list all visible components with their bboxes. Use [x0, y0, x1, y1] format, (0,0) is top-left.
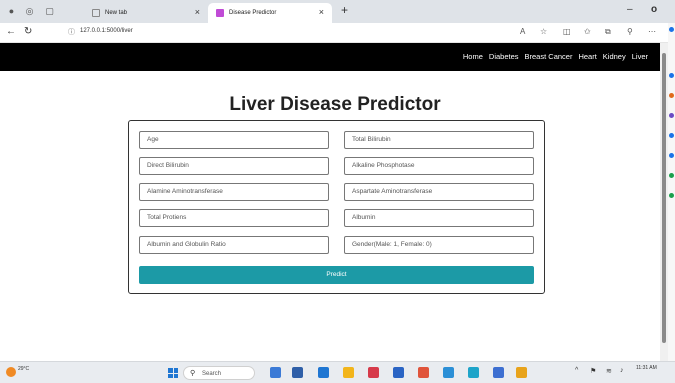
tab-label: Disease Predictor — [229, 10, 277, 16]
total-bilirubin-field[interactable]: Total Bilirubin — [344, 131, 534, 149]
outlook-icon[interactable] — [669, 173, 674, 178]
wifi-icon[interactable]: ≋ — [606, 367, 612, 375]
edge-app-icon[interactable] — [318, 367, 329, 378]
store-app-icon[interactable] — [368, 367, 379, 378]
workspaces-icon[interactable]: ◎ — [24, 6, 35, 17]
taskbar: 29°C ⚲ Search ^ ⚑ ≋ ♪ 11:31 AM — [0, 361, 675, 383]
taskbar-search[interactable]: ⚲ Search — [183, 366, 255, 380]
close-icon[interactable]: × — [319, 7, 324, 17]
page-title: Liver Disease Predictor — [229, 94, 441, 115]
address-bar: ← ↻ ⓘ 127.0.0.1:5000/liver A ☆ ◫ ✩ ⧉ ⚲ ⋯ — [0, 23, 675, 43]
collections-icon[interactable]: ⧉ — [605, 27, 611, 37]
shopping-icon[interactable] — [669, 93, 674, 98]
nav-link-diabetes[interactable]: Diabetes — [489, 52, 519, 61]
page-icon — [92, 9, 100, 17]
direct-bilirubin-field[interactable]: Direct Bilirubin — [139, 157, 329, 175]
search-sidebar-icon[interactable] — [669, 73, 674, 78]
search-placeholder: Search — [202, 371, 222, 377]
total-protiens-field[interactable]: Total Protiens — [139, 209, 329, 227]
mail-app-icon[interactable] — [493, 367, 504, 378]
clock[interactable]: 11:31 AM — [636, 365, 657, 371]
more-options-icon[interactable]: ⋯ — [648, 27, 656, 36]
tab-label: New tab — [105, 10, 128, 16]
predict-button[interactable]: Predict — [139, 266, 534, 284]
app-icon[interactable] — [443, 367, 454, 378]
prediction-form: Age Total Bilirubin Direct Bilirubin Alk… — [128, 120, 545, 294]
tab-actions-icon[interactable]: ▢ — [44, 6, 55, 17]
favorite-star-icon[interactable]: ☆ — [540, 27, 547, 36]
nav-link-heart[interactable]: Heart — [578, 52, 596, 61]
albumin-field[interactable]: Albumin — [344, 209, 534, 227]
page-scrollbar[interactable] — [660, 43, 668, 361]
site-favicon-icon — [216, 9, 224, 17]
split-screen-icon[interactable]: ◫ — [563, 27, 571, 36]
vscode-app-icon[interactable] — [393, 367, 404, 378]
nav-link-kidney[interactable]: Kidney — [603, 52, 626, 61]
browser-tab-strip: ● ◎ ▢ New tab × Disease Predictor × + – … — [0, 0, 675, 23]
chrome-canary-icon[interactable] — [516, 367, 527, 378]
nav-link-home[interactable]: Home — [463, 52, 483, 61]
profile-icon[interactable]: ● — [6, 6, 17, 17]
minimize-button[interactable]: – — [627, 4, 633, 15]
network-alert-icon[interactable]: ⚑ — [590, 367, 596, 375]
show-hidden-icons-icon[interactable]: ^ — [575, 367, 578, 374]
nav-link-breast-cancer[interactable]: Breast Cancer — [525, 52, 573, 61]
back-arrow-icon[interactable]: ← — [6, 26, 16, 37]
site-navbar: Home Diabetes Breast Cancer Heart Kidney… — [0, 43, 660, 71]
alamine-aminotransferase-field[interactable]: Alamine Aminotransferase — [139, 183, 329, 201]
widgets-app-icon[interactable] — [270, 367, 281, 378]
edge-sidebar — [668, 23, 675, 361]
nav-links: Home Diabetes Breast Cancer Heart Kidney… — [463, 52, 648, 61]
chrome-app-icon[interactable] — [418, 367, 429, 378]
scrollbar-thumb[interactable] — [662, 53, 666, 343]
new-tab-button[interactable]: + — [341, 3, 348, 17]
screen: ● ◎ ▢ New tab × Disease Predictor × + – … — [0, 0, 675, 383]
extensions-icon[interactable]: ⚲ — [627, 27, 633, 36]
web-page: Home Diabetes Breast Cancer Heart Kidney… — [0, 43, 660, 361]
read-aloud-icon[interactable]: A — [520, 27, 525, 36]
favorites-icon[interactable]: ✩ — [584, 27, 591, 36]
age-field[interactable]: Age — [139, 131, 329, 149]
task-view-icon[interactable] — [292, 367, 303, 378]
copilot-icon[interactable] — [669, 27, 674, 32]
tools-icon[interactable] — [669, 113, 674, 118]
start-button-icon[interactable] — [168, 368, 178, 378]
url-text[interactable]: 127.0.0.1:5000/liver — [80, 28, 133, 34]
volume-icon[interactable]: ♪ — [620, 367, 624, 374]
close-icon[interactable]: × — [195, 7, 200, 17]
alkaline-phosphotase-field[interactable]: Alkaline Phosphotase — [344, 157, 534, 175]
search-icon: ⚲ — [190, 370, 196, 377]
close-window-button[interactable]: o — [651, 4, 657, 15]
games-icon[interactable] — [669, 133, 674, 138]
refresh-icon[interactable]: ↻ — [24, 26, 32, 37]
site-info-icon[interactable]: ⓘ — [68, 27, 75, 37]
gender-field[interactable]: Gender(Male: 1, Female: 0) — [344, 236, 534, 254]
albumin-globulin-ratio-field[interactable]: Albumin and Globulin Ratio — [139, 236, 329, 254]
drop-icon[interactable] — [669, 193, 674, 198]
office-icon[interactable] — [669, 153, 674, 158]
browser-app-icon[interactable] — [468, 367, 479, 378]
file-explorer-icon[interactable] — [343, 367, 354, 378]
weather-icon[interactable] — [6, 367, 16, 377]
tab-disease-predictor[interactable]: Disease Predictor × — [208, 3, 332, 23]
aspartate-aminotransferase-field[interactable]: Aspartate Aminotransferase — [344, 183, 534, 201]
weather-temp[interactable]: 29°C — [18, 366, 29, 372]
nav-link-liver[interactable]: Liver — [632, 52, 648, 61]
tab-new-tab[interactable]: New tab × — [84, 3, 208, 23]
